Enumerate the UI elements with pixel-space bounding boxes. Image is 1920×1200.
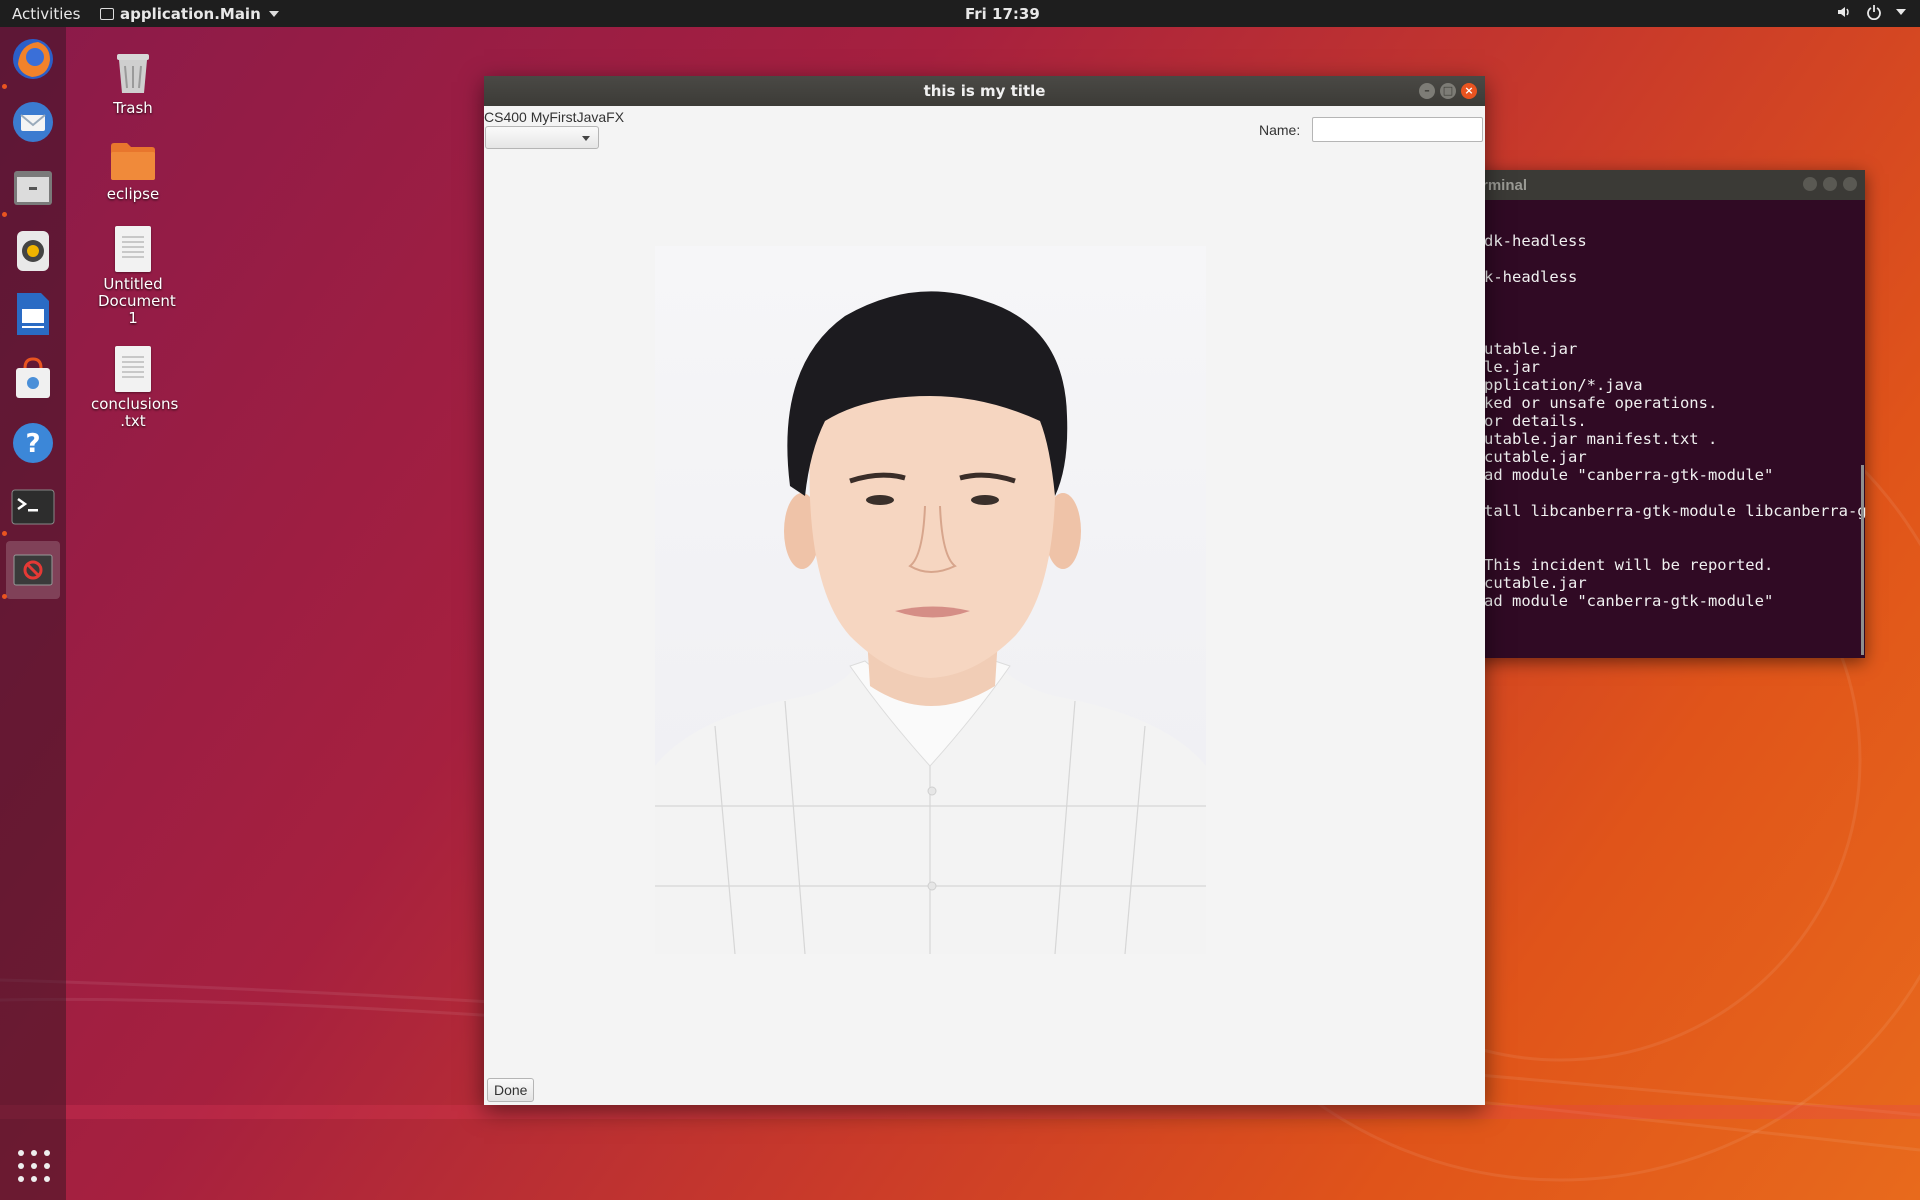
dock-thunderbird[interactable] — [6, 93, 60, 151]
window-icon — [100, 8, 114, 20]
terminal-line: ad module "canberra-gtk-module" — [1484, 466, 1774, 484]
dock: ? — [0, 27, 66, 1200]
dock-firefox[interactable] — [6, 30, 60, 88]
javafx-window[interactable]: this is my title – □ × CS400 MyFirstJava… — [484, 76, 1485, 1105]
terminal-icon — [11, 489, 55, 525]
terminal-line: utable.jar — [1484, 340, 1578, 358]
window-titlebar[interactable]: this is my title – □ × — [484, 76, 1485, 106]
combo-box[interactable] — [485, 126, 599, 149]
name-label: Name: — [1259, 122, 1301, 138]
terminal-title: rminal — [1482, 177, 1528, 194]
terminal-line: or details. — [1484, 412, 1587, 430]
svg-text:?: ? — [25, 429, 40, 459]
java-app-icon — [13, 554, 53, 586]
system-tray[interactable] — [1836, 4, 1906, 20]
terminal-line: cutable.jar — [1484, 448, 1587, 466]
minimize-icon[interactable] — [1803, 177, 1817, 191]
terminal-line: ad module "canberra-gtk-module" — [1484, 592, 1774, 610]
header-label: CS400 MyFirstJavaFX — [484, 109, 625, 125]
running-indicator — [2, 594, 7, 599]
desktop-icon-label: Trash — [113, 99, 153, 117]
dock-help[interactable]: ? — [6, 414, 60, 472]
app-menu[interactable]: application.Main — [100, 5, 279, 23]
volume-icon[interactable] — [1836, 4, 1852, 20]
terminal-line: This incident will be reported. — [1484, 556, 1774, 574]
top-bar: Activities application.Main Fri 17:39 — [0, 0, 1920, 27]
desktop-icon-label: eclipse — [106, 185, 160, 203]
window-content: CS400 MyFirstJavaFX Name: Done — [484, 106, 1485, 1105]
terminal-line: le.jar — [1484, 358, 1540, 376]
terminal-line: k-headless — [1484, 268, 1578, 286]
terminal-window[interactable]: rminal dk-headless k-headless utable.jar le… — [1470, 170, 1867, 658]
terminal-line: dk-headless — [1484, 232, 1587, 250]
show-applications-button[interactable] — [18, 1150, 50, 1182]
thunderbird-icon — [13, 102, 53, 142]
running-indicator — [2, 212, 7, 217]
clock[interactable]: Fri 17:39 — [965, 5, 1040, 23]
maximize-icon[interactable]: □ — [1440, 83, 1456, 99]
maximize-icon[interactable] — [1823, 177, 1837, 191]
chevron-down-icon — [268, 11, 279, 17]
portrait-photo — [655, 246, 1206, 954]
app-menu-label: application.Main — [120, 5, 261, 23]
minimize-icon[interactable]: – — [1419, 83, 1435, 99]
dock-rhythmbox[interactable] — [6, 222, 60, 280]
power-icon[interactable] — [1866, 4, 1882, 20]
terminal-titlebar[interactable]: rminal — [1470, 170, 1865, 200]
document-icon — [115, 226, 151, 272]
terminal-line: tall libcanberra-gtk-module libcanberra-… — [1484, 502, 1867, 520]
desktop-conclusions-txt[interactable]: conclusions .txt — [85, 346, 181, 430]
desktop-icon-label: Untitled Document 1 — [98, 275, 176, 327]
close-icon[interactable]: × — [1461, 83, 1477, 99]
rhythmbox-icon — [17, 231, 49, 271]
help-icon: ? — [13, 423, 53, 463]
terminal-line: pplication/*.java — [1484, 376, 1643, 394]
dock-terminal[interactable] — [6, 478, 60, 536]
close-icon[interactable] — [1843, 177, 1857, 191]
desktop-eclipse[interactable]: eclipse — [85, 140, 181, 203]
firefox-icon — [13, 39, 53, 79]
running-indicator — [2, 531, 7, 536]
folder-icon — [111, 143, 155, 180]
desktop-icon-label: conclusions .txt — [91, 395, 179, 430]
desktop-trash[interactable]: Trash — [85, 46, 181, 117]
document-icon — [115, 346, 151, 392]
name-field[interactable] — [1312, 117, 1483, 142]
dock-software[interactable] — [6, 349, 60, 407]
activities-button[interactable]: Activities — [12, 5, 80, 23]
software-center-icon — [16, 357, 50, 398]
running-indicator — [2, 84, 7, 89]
terminal-scrollbar[interactable] — [1861, 465, 1864, 655]
dock-files[interactable] — [6, 158, 60, 216]
terminal-line: ked or unsafe operations. — [1484, 394, 1718, 412]
terminal-line: cutable.jar — [1484, 574, 1587, 592]
trash-icon — [117, 54, 149, 93]
window-title: this is my title — [923, 82, 1046, 100]
dock-java-app[interactable] — [6, 541, 60, 599]
terminal-line: utable.jar manifest.txt . — [1484, 430, 1718, 448]
done-button[interactable]: Done — [487, 1078, 535, 1102]
chevron-down-icon — [582, 136, 590, 141]
files-icon — [14, 171, 52, 205]
dock-writer[interactable] — [6, 285, 60, 343]
chevron-down-icon[interactable] — [1896, 9, 1906, 15]
desktop-untitled-document[interactable]: Untitled Document 1 — [85, 226, 181, 327]
writer-icon — [17, 293, 49, 335]
